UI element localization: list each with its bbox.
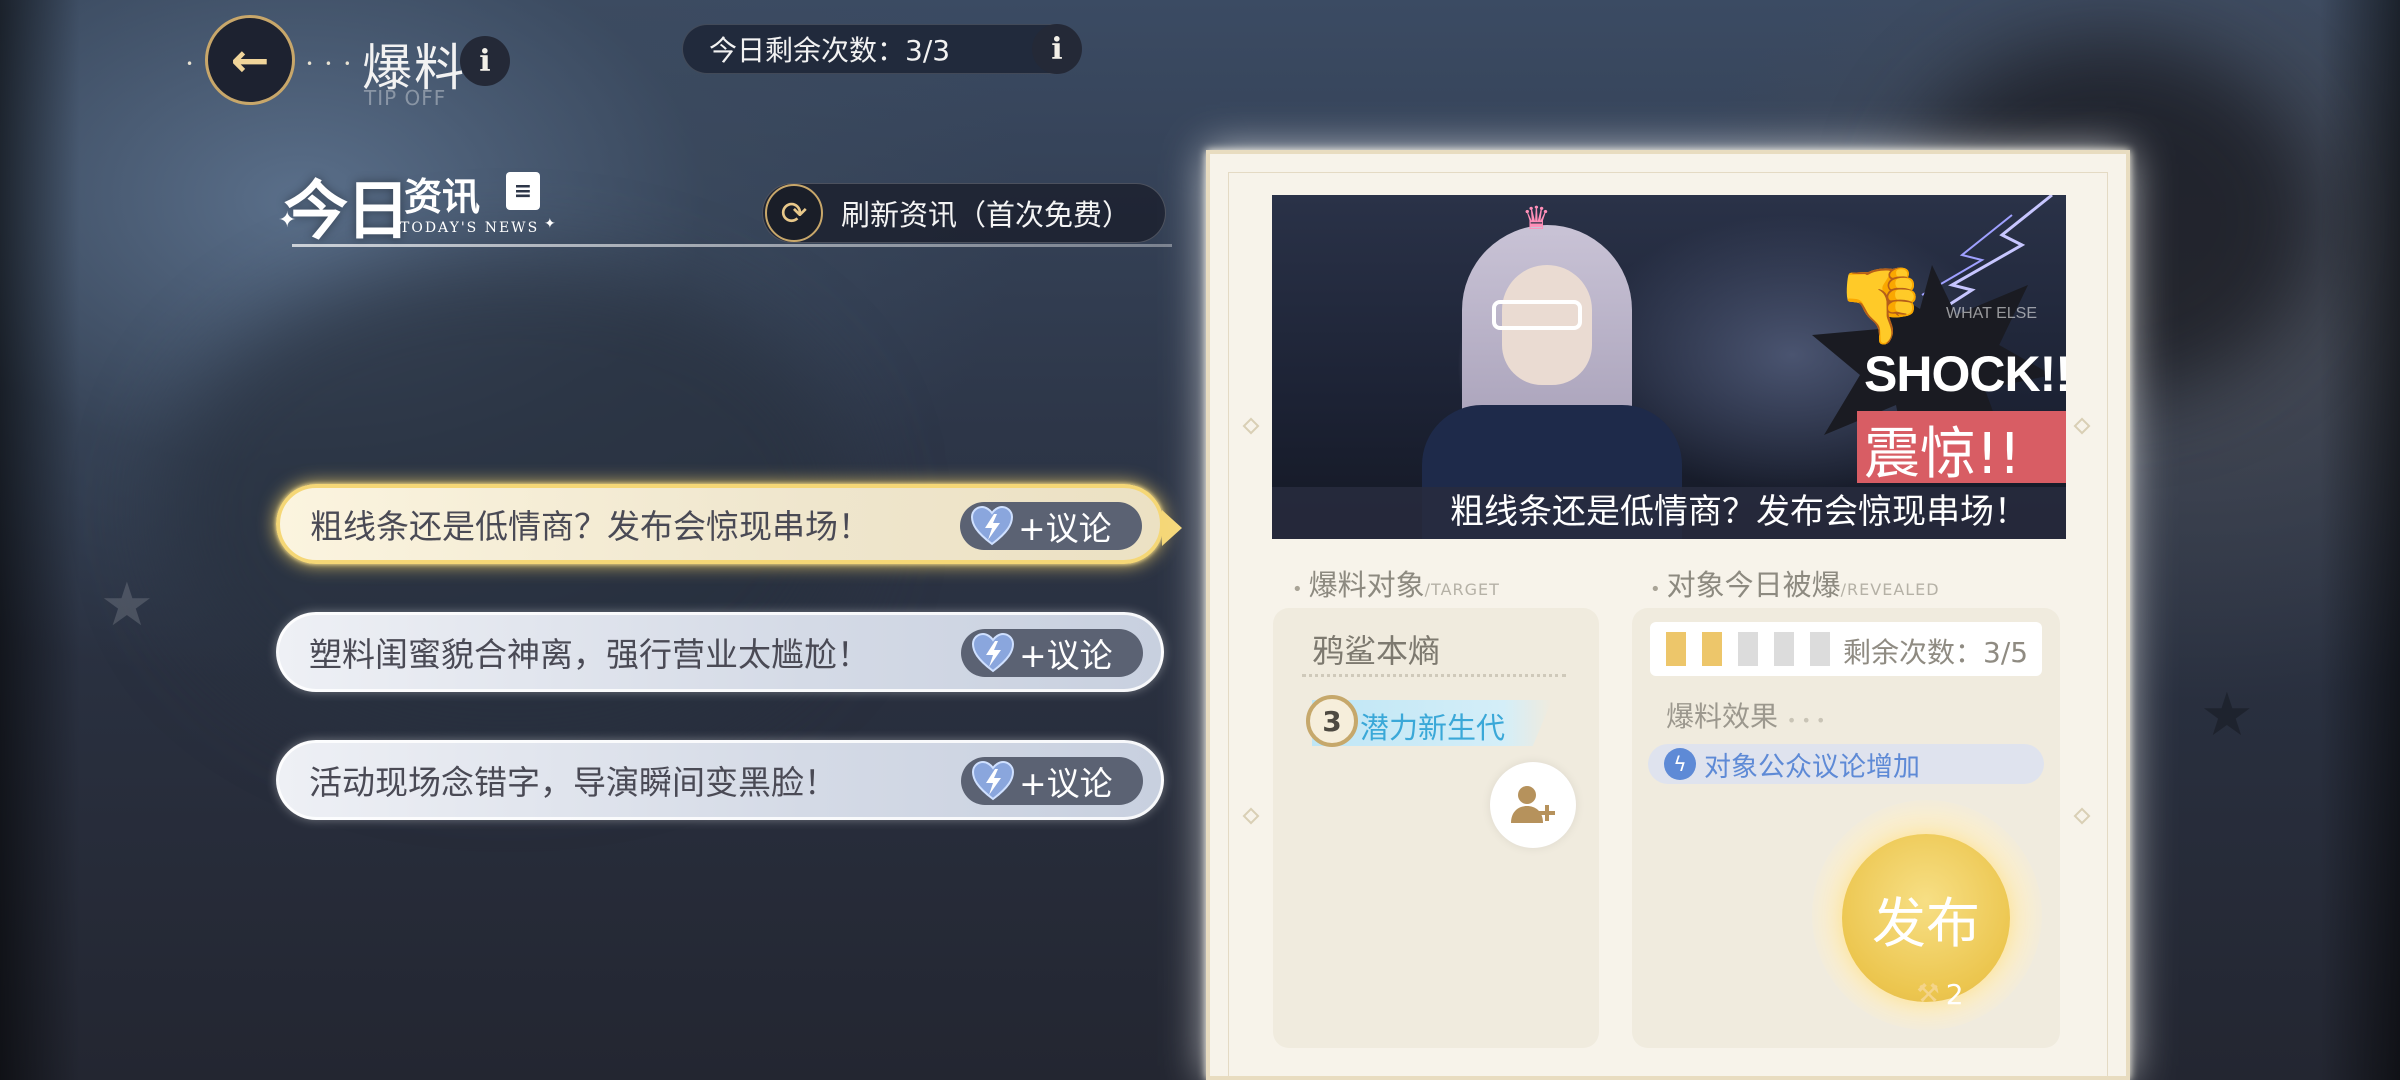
news-logo-english: TODAY'S NEWS [400,220,540,236]
news-item[interactable]: 活动现场念错字，导演瞬间变黑脸！ +议论 [276,740,1164,820]
revealed-section-title: • 对象今日被爆/REVEALED [1650,562,1940,604]
crown-icon: ♛ [1522,199,1551,237]
publish-cost-value: 2 [1945,977,1964,1011]
sparkle-icon: ✦ [544,216,556,232]
news-item[interactable]: 塑料闺蜜貌合神离，强行营业太尴尬！ +议论 [276,612,1164,692]
star-decoration: ★ [2200,680,2254,750]
remaining-count-bar: 今日剩余次数：3/3 [682,24,1082,74]
revealed-section-label: 对象今日被爆 [1666,568,1841,602]
page-subtitle: TIP OFF [364,86,447,110]
back-arrow-icon: ← [230,33,270,87]
reveal-pip [1666,632,1686,666]
decor-dots: • • • [1786,711,1826,730]
reveal-pip [1774,632,1794,666]
target-name: 鸦鲨本熵 [1312,632,1441,670]
remaining-info-button[interactable]: i [1032,24,1082,74]
news-logo-main: 今日 [284,174,410,249]
target-tag-label: 潜力新生代 [1360,711,1506,745]
header-divider [292,244,1172,247]
revealed-section-label-en: /REVEALED [1840,580,1940,599]
title-info-button[interactable]: i [460,36,510,86]
image-caption: 粗线条还是低情商？发布会惊现串场！ [1450,492,2028,532]
target-section-title: • 爆料对象/TARGET [1292,562,1500,604]
heart-lightning-icon [971,761,1015,801]
star-decoration: ★ [100,570,154,640]
news-book-icon: ≡ [506,172,540,210]
thumbs-down-icon: 👎 [1834,263,1927,349]
publish-label: 发布 [1872,891,1980,955]
discussion-tag-label: +议论 [1019,764,1113,803]
effect-title: 爆料效果 • • • [1666,695,1825,735]
add-person-icon [1511,786,1555,823]
refresh-news-button[interactable]: ⟳ 刷新资讯（首次免费） [762,183,1166,243]
reveal-pip [1702,632,1722,666]
bullet-dot: • [1292,579,1303,600]
discussion-tag: +议论 [961,757,1143,805]
decor-dots: • • • [306,57,355,71]
effect-title-label: 爆料效果 [1666,700,1779,733]
shock-text-cn: 震惊!! [1864,422,2021,487]
info-icon: i [1051,31,1063,67]
target-section-label: 爆料对象 [1308,568,1425,602]
sparkle-icon: ✦ [278,208,297,233]
refresh-icon: ⟳ [765,184,823,242]
news-item[interactable]: 粗线条还是低情商？发布会惊现串场！ +议论 [276,484,1182,564]
reveal-pip [1810,632,1830,666]
target-level-badge: 3 [1306,695,1358,747]
character-glasses [1492,300,1582,330]
reveal-counter-text: 剩余次数：3/5 [1843,636,2029,669]
back-button[interactable]: ← [205,15,295,105]
discussion-tag-label: +议论 [1018,509,1112,548]
effect-text: 对象公众议论增加 [1704,751,1920,783]
discussion-tag: +议论 [960,502,1142,550]
selected-arrow-indicator [1162,510,1182,546]
discussion-tag: +议论 [961,629,1143,677]
heart-lightning-icon [970,506,1014,546]
news-cover-image: ♛ WHAT ELSE 👎 SHOCK!! 震惊!! 粗线条还是低情商？发布会惊… [1272,195,2066,539]
add-target-button[interactable] [1490,762,1576,848]
discussion-tag-label: +议论 [1019,636,1113,675]
image-watermark: WHAT ELSE [1946,305,2037,322]
target-section-label-en: /TARGET [1424,580,1500,599]
hammer-icon: ⚒ [1916,979,1940,1009]
effect-badge: ϟ 对象公众议论增加 [1648,744,2044,784]
publish-cost: ⚒ 2 [1880,974,2000,1014]
info-icon: i [479,43,491,79]
bullet-dot: • [1650,579,1661,600]
reveal-pip [1738,632,1758,666]
lightning-icon: ϟ [1664,748,1696,780]
news-logo-secondary: 资讯 [404,175,481,219]
target-divider [1302,674,1566,677]
refresh-news-label: 刷新资讯（首次免费） [841,198,1132,232]
remaining-count-text: 今日剩余次数：3/3 [709,34,951,67]
shock-text-en: SHOCK!! [1864,346,2066,402]
heart-lightning-icon [971,633,1015,673]
